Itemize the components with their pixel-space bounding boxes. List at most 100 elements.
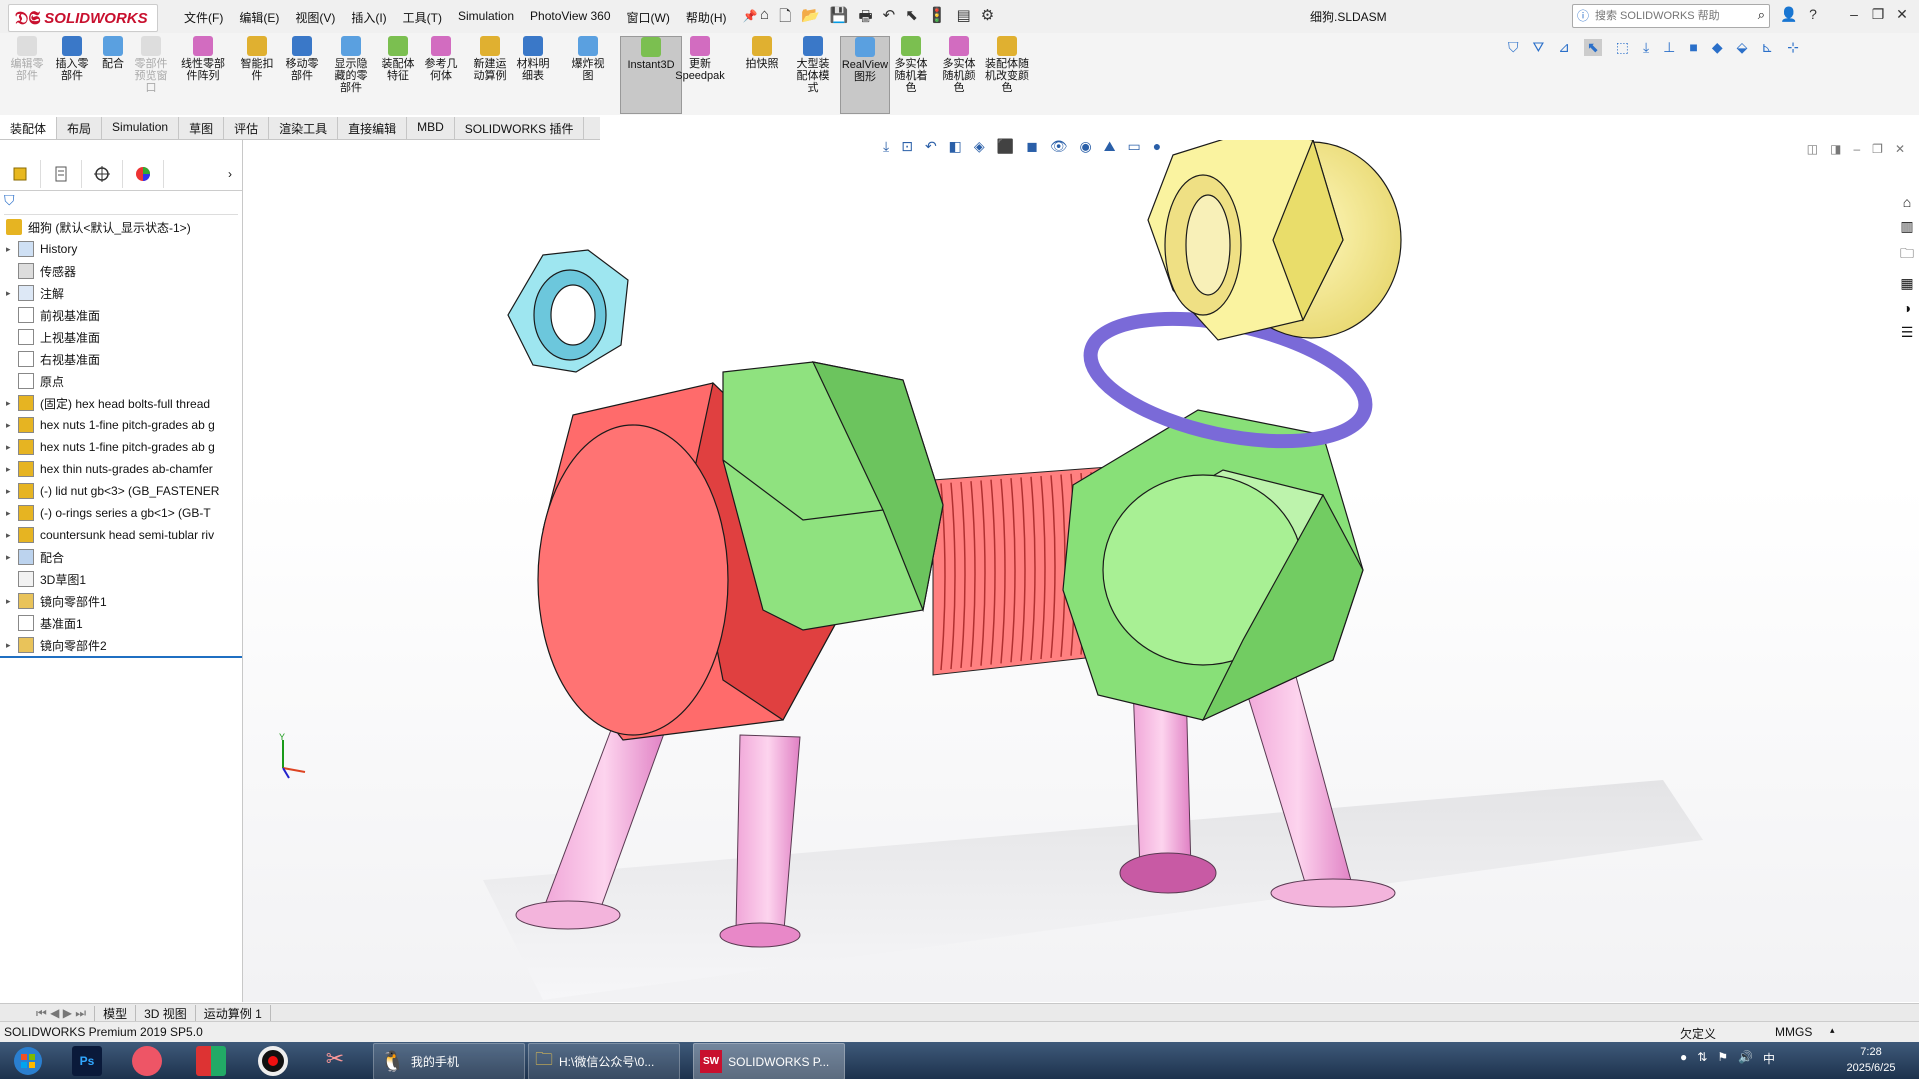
open-icon[interactable]: 📂 [801,6,820,31]
tree-item[interactable]: ▸ (固定) hex head bolts-full thread [0,392,242,414]
start-button[interactable] [6,1043,50,1078]
tab-nav-arrows[interactable]: ⏮ ◀ ▶ ⏭ [28,1005,96,1021]
tab-mbd[interactable]: MBD [407,117,455,139]
property-manager-tab-icon[interactable] [41,160,82,188]
tree-filter[interactable]: ⛉ [4,192,238,215]
home-icon[interactable]: ⌂ [760,6,769,31]
office-taskbar-icon[interactable] [196,1043,226,1078]
cmd-20-button[interactable]: 多实体随机颜色 [938,36,980,112]
tree-item[interactable]: ▸ (-) lid nut gb<3> (GB_FASTENER [0,480,242,502]
select-box-icon[interactable]: ⬚ [1616,39,1629,56]
unit-system[interactable]: MMGS [1775,1025,1812,1039]
cmd-12-button[interactable]: 材料明细表 [516,36,550,112]
menu-file[interactable]: 文件(F) [176,6,231,29]
feature-manager-tab-icon[interactable] [0,160,41,188]
tree-item[interactable]: ▸ (-) o-rings series a gb<1> (GB-T [0,502,242,524]
system-clock[interactable]: 7:28 2025/6/25 [1836,1044,1906,1076]
filter-icon[interactable]: ⛉ [1508,39,1519,56]
tab-assembly[interactable]: 装配体 [0,117,58,139]
cmd-8-button[interactable]: 显示隐藏的零部件 [330,36,372,112]
expand-arrow-icon[interactable]: ▸ [6,508,18,519]
axis-icon[interactable]: ⊾ [1761,39,1773,56]
cmd-13-button[interactable]: 爆炸视图 [568,36,608,112]
expand-arrow-icon[interactable]: ▸ [6,398,18,409]
expand-arrow-icon[interactable]: ▸ [6,288,18,299]
rebuild-icon[interactable]: 🚦 [928,6,947,31]
photoshop-taskbar-icon[interactable]: Ps [72,1043,102,1078]
graphics-area[interactable]: ⤓ ⊡ ↶ ◧ ◈ ⬛ ◼ 👁 ◉ ⛰ ▭ ● ◫ ◨ – ❐ ✕ ⌂ ▥ 🗀 … [243,138,1919,1002]
tree-item[interactable]: ▸ 配合 [0,546,242,568]
tree-item[interactable]: 前视基准面 [0,304,242,326]
cmd-2-button[interactable]: 插入零部件 [52,36,92,112]
filter-faces-icon[interactable]: ⛛ [1533,39,1545,56]
tree-item[interactable]: 3D草图1 [0,568,242,590]
cmd-10-button[interactable]: 参考几何体 [422,36,460,112]
filter-funnel-icon[interactable]: ⛉ [4,192,15,208]
tree-item[interactable]: ▸ hex thin nuts-grades ab-chamfer [0,458,242,480]
tab-solidworks-addins[interactable]: SOLIDWORKS 插件 [455,117,585,139]
tab-sketch[interactable]: 草图 [179,117,225,139]
new-document-icon[interactable]: 🗋 [779,6,791,31]
expand-arrow-icon[interactable]: ▸ [6,442,18,453]
tab-evaluate[interactable]: 评估 [224,117,270,139]
cmd-7-button[interactable]: 移动零部件 [282,36,322,112]
cmd-3-button[interactable]: 配合 [98,36,128,112]
expand-arrow-icon[interactable]: ▸ [6,596,18,607]
tree-item[interactable]: 传感器 [0,260,242,282]
restore-button[interactable]: ❐ [1867,6,1889,26]
tab-render-tools[interactable]: 渲染工具 [269,117,339,139]
triad-icon[interactable]: ⊹ [1787,39,1799,56]
tab-motion-study[interactable]: 运动算例 1 [196,1004,271,1022]
assembly-model[interactable]: Y [243,140,1919,1002]
expand-arrow-icon[interactable]: ▸ [6,420,18,431]
tray-app-icon[interactable]: ● [1680,1050,1687,1067]
cmd-14-button[interactable]: Instant3D [620,36,682,114]
tab-layout[interactable]: 布局 [57,117,103,139]
user-icon[interactable]: 👤 [1778,6,1800,26]
menu-help[interactable]: 帮助(H) [678,6,735,29]
expand-arrow-icon[interactable]: ▸ [6,464,18,475]
cmd-19-button[interactable]: 多实体随机着色 [890,36,932,112]
menu-view[interactable]: 视图(V) [287,6,343,29]
tree-item[interactable]: ▸ countersunk head semi-tublar riv [0,524,242,546]
tree-root-assembly[interactable]: 细狗 (默认<默认_显示状态-1>) [0,216,242,238]
close-button[interactable]: ✕ [1891,6,1913,26]
tab-model[interactable]: 模型 [95,1004,137,1022]
help-search-input[interactable] [1593,6,1737,26]
tree-item[interactable]: ▸ hex nuts 1-fine pitch-grades ab g [0,436,242,458]
snipping-taskbar-icon[interactable]: ✂ [320,1043,350,1078]
undo-icon[interactable]: ↶ [883,6,896,31]
taskbar-solidworks[interactable]: SW SOLIDWORKS P... [693,1043,845,1080]
file-properties-icon[interactable]: ▤ [957,6,971,31]
cmd-21-button[interactable]: 装配体随机改变颜色 [985,36,1029,112]
expand-arrow-icon[interactable]: ▸ [6,244,18,255]
expand-arrow-icon[interactable]: ▸ [6,530,18,541]
tray-network-icon[interactable]: ⇅ [1697,1050,1707,1067]
menu-window[interactable]: 窗口(W) [619,6,678,29]
appearance-tab-icon[interactable] [123,160,164,188]
tab-3d-view[interactable]: 3D 视图 [136,1004,196,1022]
print-icon[interactable]: 🖶 [859,6,873,31]
menu-edit[interactable]: 编辑(E) [231,6,287,29]
tab-direct-editing[interactable]: 直接编辑 [338,117,408,139]
taskbar-folder[interactable]: 🗀 H:\微信公众号\0... [528,1043,680,1080]
cmd-6-button[interactable]: 智能扣件 [240,36,274,112]
expand-arrow-icon[interactable]: ▸ [6,486,18,497]
tree-item[interactable]: ▸ 镜向零部件2 [0,634,242,658]
help-search-box[interactable]: ⓘ ⌕ [1572,4,1770,28]
tree-item[interactable]: 上视基准面 [0,326,242,348]
search-icon[interactable]: ⌕ [1758,7,1765,23]
minimize-button[interactable]: – [1843,6,1865,26]
cmd-4-button[interactable]: 零部件预览窗口 [134,36,168,112]
tree-item[interactable]: ▸ hex nuts 1-fine pitch-grades ab g [0,414,242,436]
recorder-taskbar-icon[interactable] [258,1043,288,1078]
solidworks-logo[interactable]: 𝔇𝕾 SOLIDWORKS [8,4,158,32]
taskbar-my-phone[interactable]: 🐧 我的手机 [373,1043,525,1080]
cmd-1-button[interactable]: 编辑零部件 [10,36,44,112]
cmd-9-button[interactable]: 装配体特征 [380,36,416,112]
tree-item[interactable]: ▸ 注解 [0,282,242,304]
menu-photoview[interactable]: PhotoView 360 [522,6,619,29]
cmd-11-button[interactable]: 新建运动算例 [470,36,510,112]
hide-show-icon[interactable]: ◆ [1712,39,1723,56]
select-arrow-icon[interactable]: ⬉ [1584,39,1602,56]
